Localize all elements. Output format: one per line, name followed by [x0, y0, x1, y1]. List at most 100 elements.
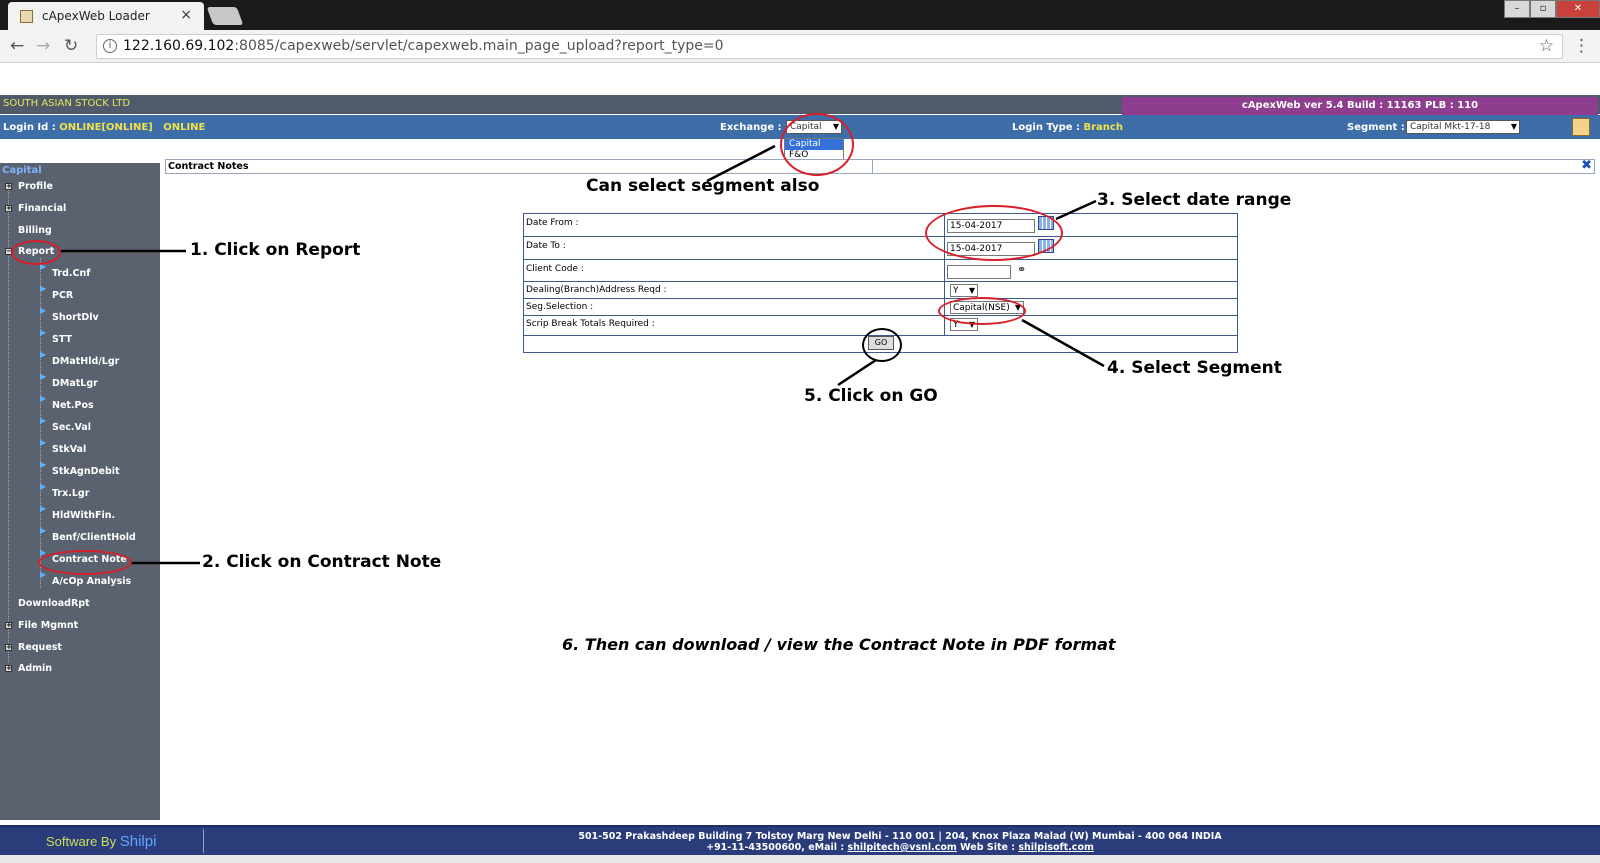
annotation-ring-segment	[938, 297, 1026, 325]
login-id: Login Id : ONLINE[ONLINE] ONLINE	[3, 122, 206, 133]
arrow-icon: ▶	[40, 306, 47, 315]
sidebar-root-capital[interactable]: Capital	[2, 165, 42, 176]
bookmark-star-icon[interactable]: ☆	[1539, 36, 1554, 56]
report-item[interactable]: Trx.Lgr	[52, 488, 89, 499]
maximize-icon[interactable]: ▫	[1530, 0, 1556, 18]
arrow-icon: ▶	[40, 394, 47, 403]
page-title: Contract Notes	[168, 161, 249, 172]
sidebar-item-profile[interactable]: Profile	[18, 181, 53, 192]
reload-icon[interactable]: ↻	[64, 36, 78, 56]
footer-address: 501-502 Prakashdeep Building 7 Tolstoy M…	[578, 831, 1222, 842]
browser-tab[interactable]: cApexWeb Loader ×	[8, 2, 204, 30]
favicon-icon	[20, 10, 33, 23]
report-item[interactable]: HldWithFin.	[52, 510, 115, 521]
browser-menu-icon[interactable]: ⋮	[1573, 36, 1590, 56]
sidebar-item-billing[interactable]: Billing	[18, 225, 52, 236]
sidebar-item-request[interactable]: Request	[18, 642, 62, 653]
dealing-address-label: Dealing(Branch)Address Reqd :	[526, 285, 667, 295]
sidebar-item-admin[interactable]: Admin	[18, 663, 52, 674]
note-step2: 2. Click on Contract Note	[202, 552, 442, 572]
client-code-label: Client Code :	[526, 264, 584, 274]
tab-title: cApexWeb Loader	[42, 9, 150, 23]
chevron-down-icon: ▼	[968, 286, 975, 295]
expand-icon[interactable]: +	[5, 622, 12, 629]
arrow-icon: ▶	[40, 416, 47, 425]
scrip-break-label: Scrip Break Totals Required :	[526, 319, 655, 329]
arrow-icon: ▶	[40, 482, 47, 491]
url-text: 122.160.69.102:8085/capexweb/servlet/cap…	[123, 38, 724, 54]
report-item[interactable]: Trd.Cnf	[52, 268, 90, 279]
address-bar[interactable]: i 122.160.69.102:8085/capexweb/servlet/c…	[96, 34, 1563, 59]
back-icon[interactable]: ←	[10, 36, 24, 56]
binoculars-icon[interactable]: ⚭	[1017, 263, 1026, 276]
client-code-input[interactable]	[947, 265, 1011, 279]
note-step3: 3. Select date range	[1097, 190, 1292, 210]
annotation-ring-exchange	[780, 113, 854, 176]
close-icon[interactable]: ✖	[1581, 158, 1592, 173]
report-item[interactable]: StkVal	[52, 444, 86, 455]
note-step6: 6. Then can download / view the Contract…	[562, 635, 1116, 654]
brand-logo: Shilpi	[119, 833, 157, 850]
content-title-bar: Contract Notes ✖	[165, 158, 1595, 174]
note-step4: 4. Select Segment	[1107, 358, 1282, 378]
sidebar-item-downloadrpt[interactable]: DownloadRpt	[18, 598, 90, 609]
annotation-ring-dates	[925, 205, 1063, 261]
bottom-strip	[0, 855, 1600, 863]
date-from-label: Date From :	[526, 218, 579, 228]
chevron-down-icon: ▼	[1510, 122, 1517, 131]
report-item[interactable]: ShortDlv	[52, 312, 99, 323]
window-close-icon[interactable]: ✕	[1556, 0, 1600, 18]
report-item[interactable]: STT	[52, 334, 72, 345]
report-item[interactable]: DMatLgr	[52, 378, 98, 389]
report-item[interactable]: Net.Pos	[52, 400, 94, 411]
forward-icon[interactable]: →	[36, 36, 50, 56]
date-to-label: Date To :	[526, 241, 566, 251]
login-type: Login Type : Branch	[1012, 122, 1123, 133]
report-item[interactable]: DMatHld/Lgr	[52, 356, 119, 367]
sidebar-item-file-mgmnt[interactable]: File Mgmnt	[18, 620, 78, 631]
version-info: cApexWeb ver 5.4 Build : 11163 PLB : 110	[1122, 97, 1598, 115]
browser-toolbar: ← → ↻ i 122.160.69.102:8085/capexweb/ser…	[0, 30, 1600, 63]
report-item[interactable]: PCR	[52, 290, 73, 301]
arrow-icon: ▶	[40, 438, 47, 447]
info-icon[interactable]: i	[103, 39, 117, 53]
expand-icon[interactable]: +	[5, 205, 12, 212]
window-controls: – ▫ ✕	[1504, 0, 1600, 18]
segment-select[interactable]: Capital Mkt-17-18 ▼	[1406, 120, 1520, 134]
footer-contact: +91-11-43500600, eMail : shilpitech@vsnl…	[706, 842, 1094, 853]
minimize-icon[interactable]: –	[1504, 0, 1530, 18]
expand-icon[interactable]: +	[5, 183, 12, 190]
website-link[interactable]: shilpisoft.com	[1018, 842, 1094, 853]
dealing-address-select[interactable]: Y ▼	[950, 284, 978, 297]
arrow-icon: ▶	[40, 504, 47, 513]
software-by: Software By Shilpi	[46, 833, 157, 850]
report-item[interactable]: A/cOp Analysis	[52, 576, 131, 587]
note-step1: 1. Click on Report	[190, 240, 361, 260]
sidebar-item-financial[interactable]: Financial	[18, 203, 66, 214]
tab-close-icon[interactable]: ×	[180, 7, 192, 23]
arrow-icon: ▶	[40, 284, 47, 293]
expand-icon[interactable]: +	[5, 665, 12, 672]
annotation-ring-go	[862, 328, 902, 362]
browser-tab-strip: cApexWeb Loader × – ▫ ✕	[0, 0, 1600, 30]
note-select-segment: Can select segment also	[586, 176, 820, 196]
arrow-icon: ▶	[40, 460, 47, 469]
arrow-icon: ▶	[40, 570, 47, 579]
note-step5: 5. Click on GO	[804, 386, 938, 406]
email-link[interactable]: shilpitech@vsnl.com	[847, 842, 956, 853]
expand-icon[interactable]: +	[5, 644, 12, 651]
report-item[interactable]: Benf/ClientHold	[52, 532, 136, 543]
report-item[interactable]: Sec.Val	[52, 422, 91, 433]
home-icon[interactable]	[1572, 118, 1590, 136]
annotation-ring-contract-note	[38, 550, 132, 575]
annotation-ring-report	[11, 240, 61, 265]
arrow-icon: ▶	[40, 526, 47, 535]
arrow-icon: ▶	[40, 328, 47, 337]
exchange-label: Exchange :	[720, 122, 782, 133]
company-name: SOUTH ASIAN STOCK LTD	[3, 98, 131, 109]
new-tab-button[interactable]	[206, 7, 244, 25]
segment-label: Segment :	[1347, 122, 1405, 133]
arrow-icon: ▶	[40, 372, 47, 381]
report-item[interactable]: StkAgnDebit	[52, 466, 120, 477]
arrow-icon: ▶	[40, 350, 47, 359]
